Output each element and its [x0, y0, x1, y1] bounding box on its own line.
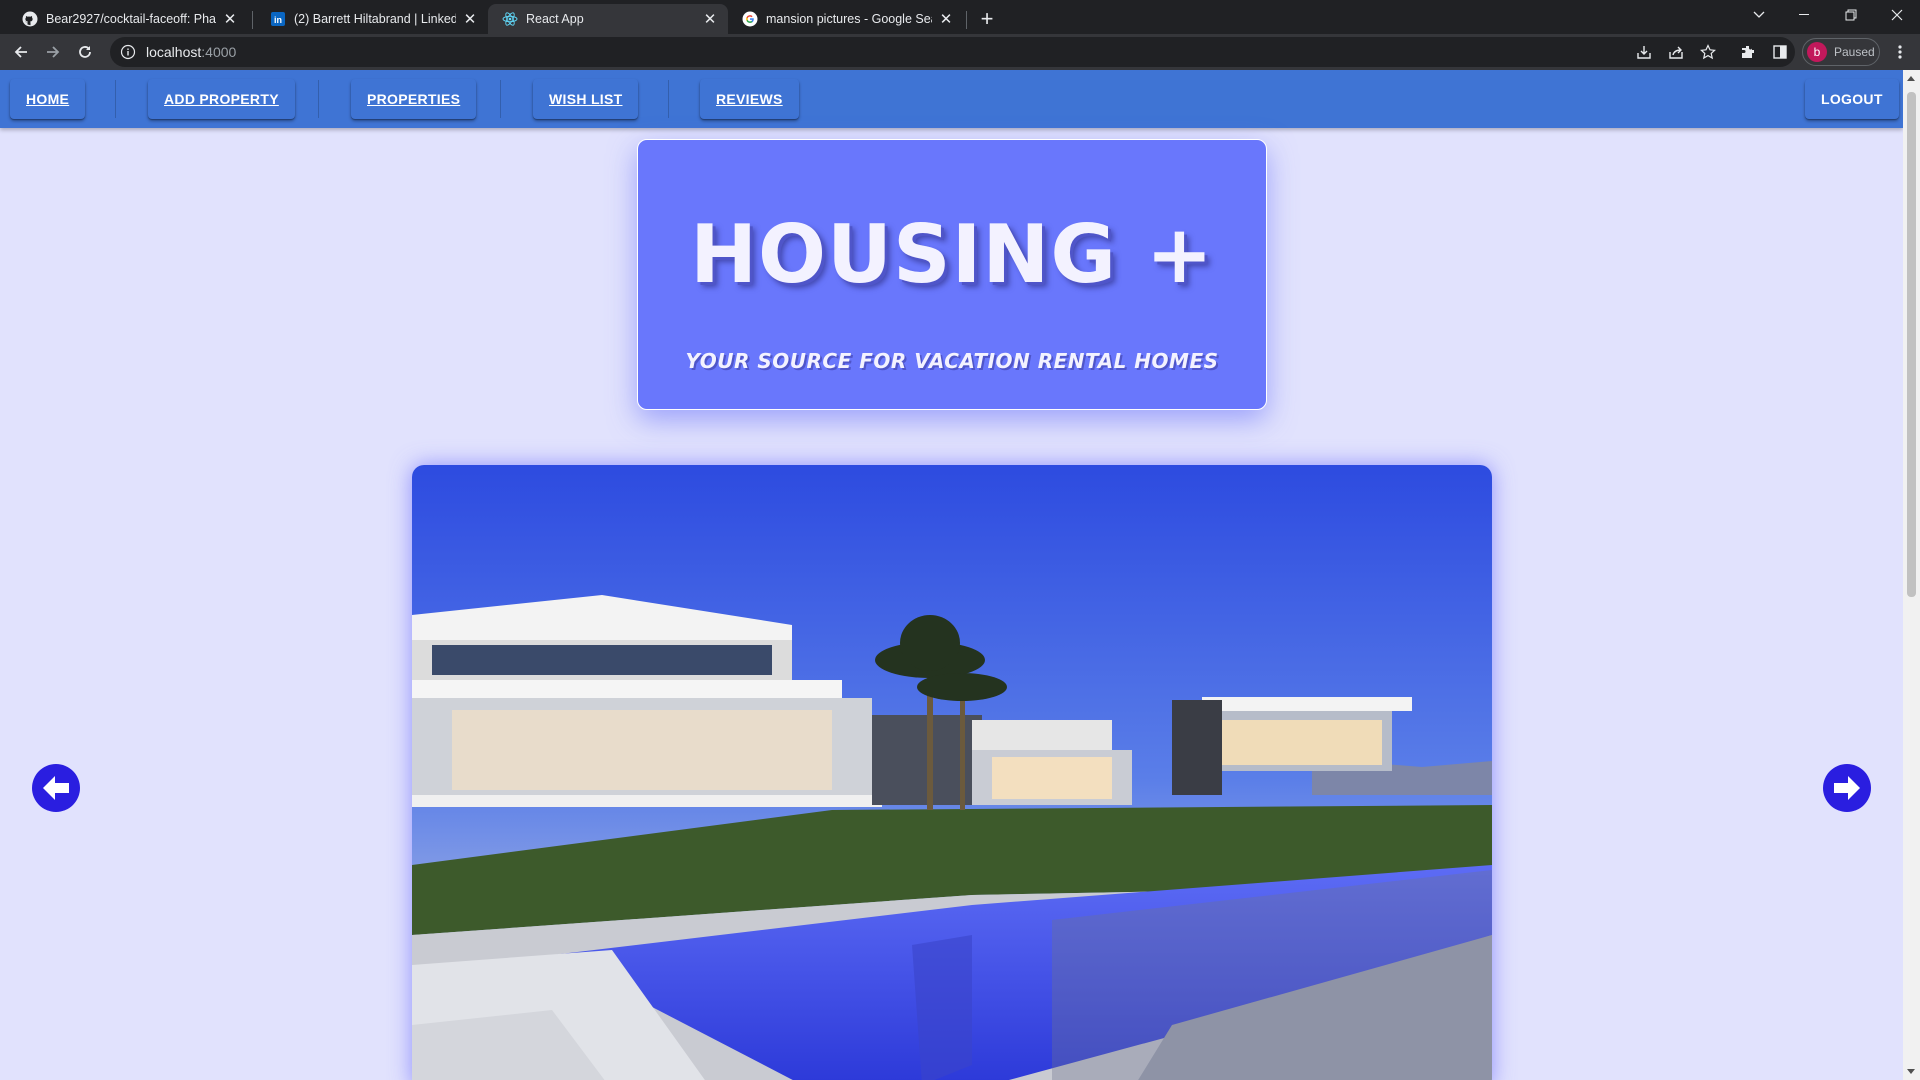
close-tab-icon[interactable]: ✕	[222, 11, 238, 28]
carousel-prev-button[interactable]	[32, 764, 80, 812]
profile-status: Paused	[1834, 45, 1875, 59]
scrollbar-thumb[interactable]	[1907, 92, 1916, 597]
extensions-icon[interactable]	[1734, 38, 1762, 66]
tab-title: mansion pictures - Google Search	[766, 12, 932, 26]
carousel-image	[412, 465, 1492, 1080]
tab-title: (2) Barrett Hiltabrand | LinkedIn	[294, 12, 456, 26]
nav-divider	[115, 80, 116, 118]
nav-reviews-button[interactable]: REVIEWS	[700, 79, 799, 119]
page-viewport: HOME ADD PROPERTY PROPERTIES WISH LIST R…	[0, 70, 1920, 1080]
page-scrollbar[interactable]	[1903, 70, 1920, 1080]
arrow-right-icon	[1834, 776, 1860, 800]
nav-wish-list-button[interactable]: WISH LIST	[533, 79, 639, 119]
browser-tab-strip: Bear2927/cocktail-faceoff: Phase ✕ in (2…	[0, 0, 1920, 34]
svg-text:in: in	[274, 15, 282, 25]
github-icon	[22, 11, 38, 27]
back-icon[interactable]	[7, 38, 35, 66]
nav-divider	[668, 80, 669, 118]
tab-separator	[966, 11, 967, 29]
hero-title: HOUSING +	[690, 208, 1214, 301]
url-text: localhost:4000	[146, 44, 237, 60]
nav-divider	[500, 80, 501, 118]
address-bar[interactable]: localhost:4000	[110, 37, 1795, 67]
restore-icon[interactable]	[1828, 0, 1874, 30]
tab-title: React App	[526, 12, 584, 26]
carousel-next-button[interactable]	[1823, 764, 1871, 812]
share-icon[interactable]	[1662, 38, 1690, 66]
new-tab-button[interactable]: +	[974, 6, 1000, 32]
tab-separator	[252, 11, 253, 29]
close-tab-icon[interactable]: ✕	[702, 11, 718, 28]
avatar: b	[1807, 42, 1827, 62]
scroll-up-icon[interactable]	[1907, 76, 1915, 81]
nav-properties-button[interactable]: PROPERTIES	[351, 79, 477, 119]
forward-icon[interactable]	[39, 38, 67, 66]
react-icon	[502, 11, 518, 27]
profile-button[interactable]: b Paused	[1802, 38, 1880, 66]
tab-linkedin[interactable]: in (2) Barrett Hiltabrand | LinkedIn ✕	[256, 4, 488, 34]
browser-menu-icon[interactable]	[1886, 38, 1914, 66]
close-tab-icon[interactable]: ✕	[462, 11, 478, 28]
nav-add-property-button[interactable]: ADD PROPERTY	[148, 79, 295, 119]
arrow-left-icon	[43, 776, 69, 800]
scroll-down-icon[interactable]	[1907, 1069, 1915, 1074]
minimize-icon[interactable]	[1782, 0, 1828, 30]
tab-google-search[interactable]: mansion pictures - Google Search ✕	[728, 4, 964, 34]
app-navbar: HOME ADD PROPERTY PROPERTIES WISH LIST R…	[0, 70, 1903, 128]
browser-toolbar: localhost:4000 b Paused	[0, 34, 1920, 70]
tab-react-app[interactable]: React App ✕	[488, 4, 728, 34]
nav-divider	[318, 80, 319, 118]
nav-home-button[interactable]: HOME	[10, 79, 86, 119]
google-icon	[742, 11, 758, 27]
logout-button[interactable]: LOGOUT	[1805, 79, 1899, 119]
linkedin-icon: in	[270, 11, 286, 27]
install-app-icon[interactable]	[1630, 38, 1658, 66]
close-tab-icon[interactable]: ✕	[938, 11, 954, 28]
close-window-icon[interactable]	[1874, 0, 1920, 30]
mansion-with-pool-icon	[412, 465, 1492, 1080]
hero-subtitle: YOUR SOURCE FOR VACATION RENTAL HOMES	[685, 349, 1219, 373]
bookmark-star-icon[interactable]	[1694, 38, 1722, 66]
hero-banner: HOUSING + YOUR SOURCE FOR VACATION RENTA…	[637, 139, 1267, 410]
tab-github[interactable]: Bear2927/cocktail-faceoff: Phase ✕	[8, 4, 248, 34]
side-panel-icon[interactable]	[1766, 38, 1794, 66]
tab-search-icon[interactable]	[1736, 0, 1782, 30]
reload-icon[interactable]	[71, 38, 99, 66]
site-info-icon[interactable]	[120, 44, 136, 60]
tab-title: Bear2927/cocktail-faceoff: Phase	[46, 12, 216, 26]
